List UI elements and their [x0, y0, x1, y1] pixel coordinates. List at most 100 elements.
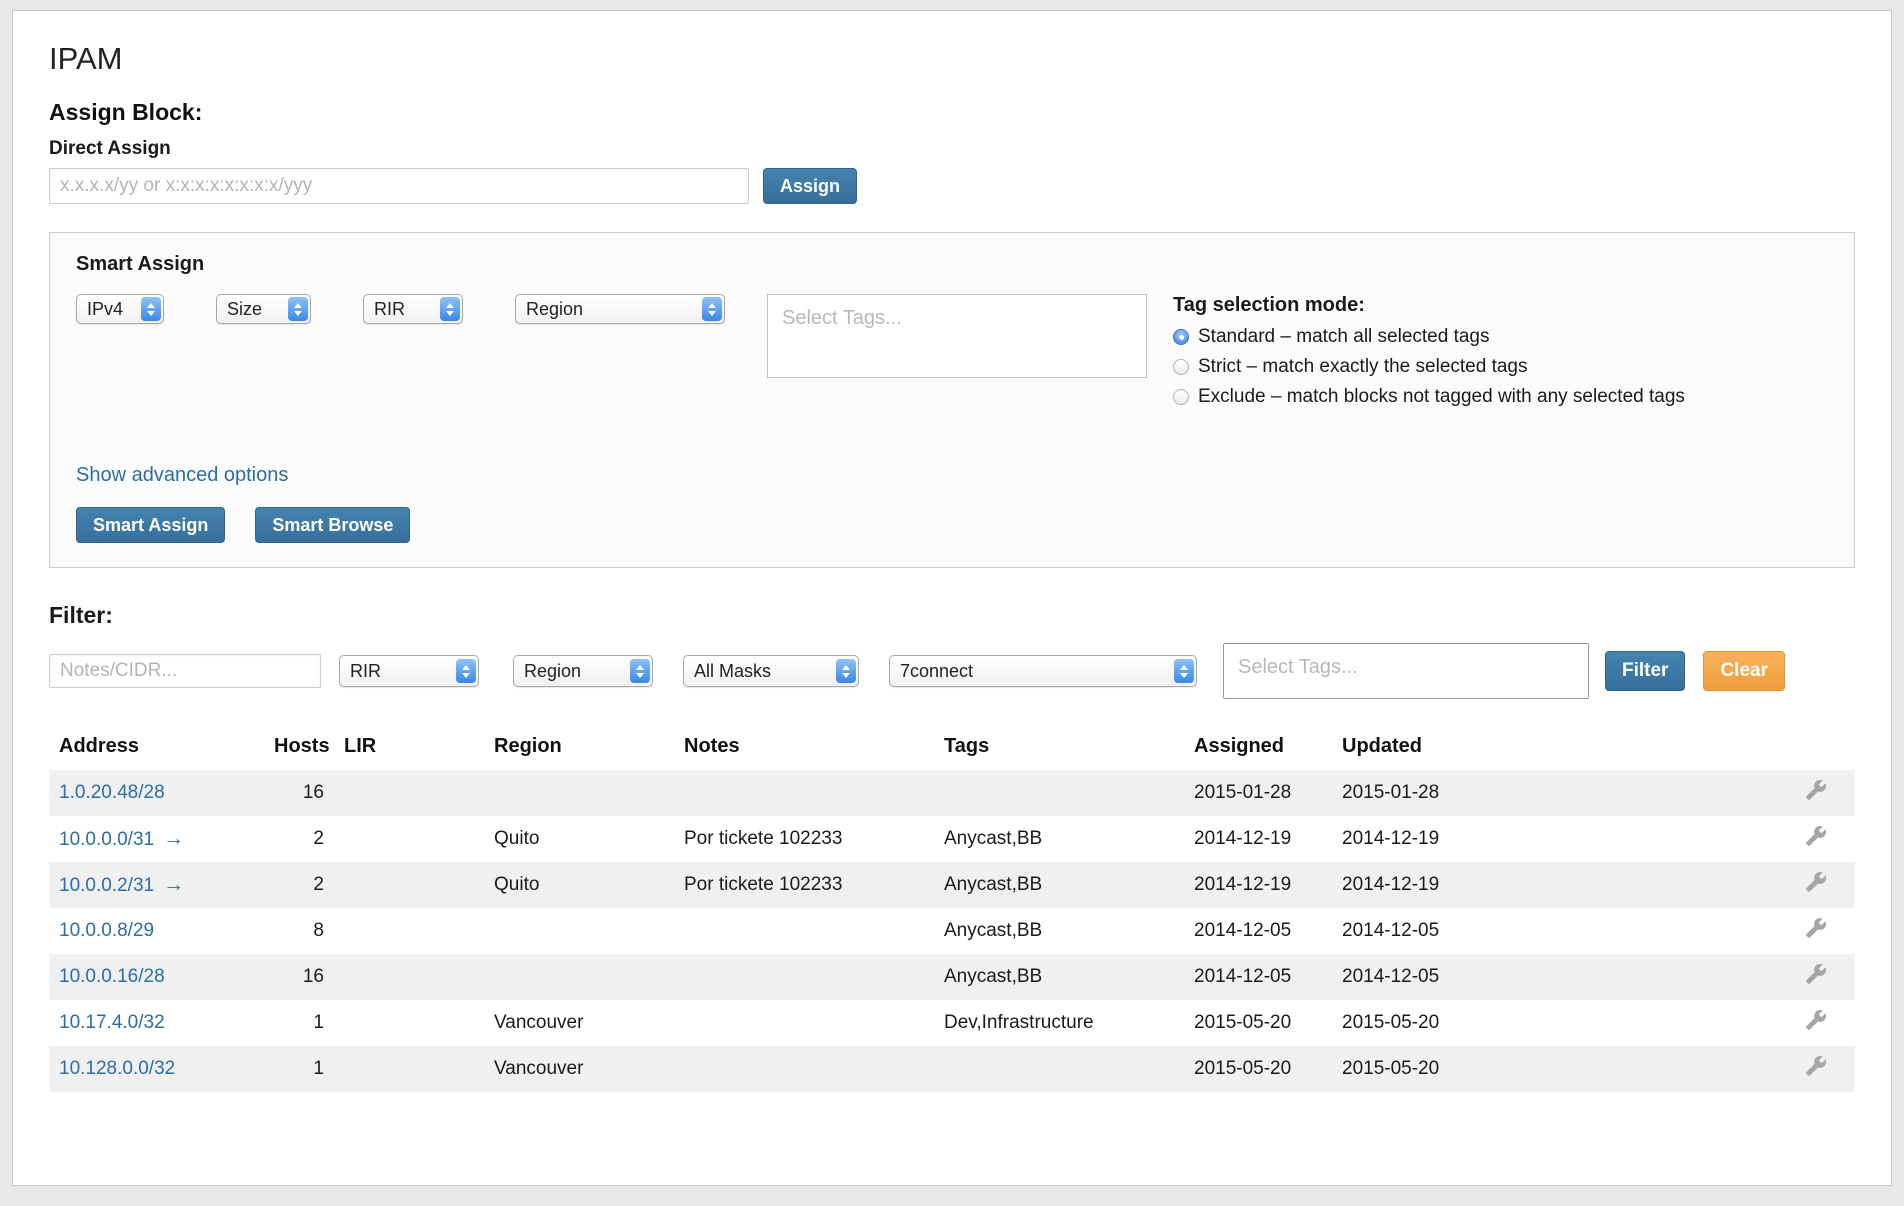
notes-cell [674, 954, 934, 1000]
tags-cell: Anycast,BB [934, 954, 1184, 1000]
address-link[interactable]: 1.0.20.48/28 [59, 782, 165, 803]
filter-lir-select[interactable]: 7connect [889, 655, 1197, 687]
clear-button[interactable]: Clear [1703, 651, 1785, 691]
smart-assign-controls: IPv4 Size RIR Region Select Tags... Tag … [76, 294, 1828, 414]
lir-cell [334, 816, 484, 862]
notes-cell [674, 1000, 934, 1046]
direct-assign-input[interactable] [49, 168, 749, 204]
tag-mode-option-label: Exclude – match blocks not tagged with a… [1198, 386, 1685, 407]
table-row: 10.128.0.0/32 1 Vancouver 2015-05-20 201… [49, 1046, 1855, 1092]
hosts-cell: 2 [264, 862, 334, 908]
smart-assign-button[interactable]: Smart Assign [76, 507, 225, 543]
col-header-assigned: Assigned [1184, 727, 1332, 770]
table-row: 10.17.4.0/32 1 Vancouver Dev,Infrastruct… [49, 1000, 1855, 1046]
edit-wrench-icon[interactable] [1805, 825, 1827, 847]
assigned-cell: 2015-05-20 [1184, 1046, 1332, 1092]
edit-wrench-icon[interactable] [1805, 917, 1827, 939]
radio-icon [1173, 329, 1189, 345]
select-arrows-icon [702, 297, 722, 321]
table-header-row: Address Hosts LIR Region Notes Tags Assi… [49, 727, 1855, 770]
notes-cell: Por tickete 102233 [674, 862, 934, 908]
subassignment-arrow-icon: → [163, 827, 184, 850]
address-link[interactable]: 10.128.0.0/32 [59, 1058, 175, 1079]
filter-tags-input[interactable]: Select Tags... [1223, 643, 1589, 699]
edit-wrench-icon[interactable] [1805, 779, 1827, 801]
tag-mode-options: Standard – match all selected tags Strict… [1173, 324, 1713, 409]
assigned-cell: 2014-12-19 [1184, 862, 1332, 908]
hosts-cell: 8 [264, 908, 334, 954]
size-select[interactable]: Size [216, 294, 311, 324]
filter-rir-select[interactable]: RIR [339, 655, 479, 687]
hosts-cell: 16 [264, 770, 334, 816]
show-advanced-options-link[interactable]: Show advanced options [76, 464, 288, 487]
smart-assign-heading: Smart Assign [76, 253, 1828, 276]
select-arrows-icon [456, 659, 476, 683]
tags-cell: Anycast,BB [934, 908, 1184, 954]
address-link[interactable]: 10.0.0.16/28 [59, 966, 165, 987]
filter-row: RIR Region All Masks 7connect Select Tag… [49, 643, 1855, 699]
address-link[interactable]: 10.0.0.0/31 [59, 829, 154, 850]
filter-button[interactable]: Filter [1605, 651, 1685, 691]
ipam-table-body: 1.0.20.48/28 16 2015-01-28 2015-01-28 10… [49, 770, 1855, 1092]
region-select[interactable]: Region [515, 294, 725, 324]
assigned-cell: 2015-01-28 [1184, 770, 1332, 816]
address-link[interactable]: 10.0.0.2/31 [59, 875, 154, 896]
notes-cidr-input[interactable] [49, 654, 321, 688]
smart-browse-button[interactable]: Smart Browse [255, 507, 410, 543]
col-header-actions [1482, 727, 1855, 770]
rir-select[interactable]: RIR [363, 294, 463, 324]
region-cell: Vancouver [484, 1046, 674, 1092]
tags-cell [934, 770, 1184, 816]
col-header-lir: LIR [334, 727, 484, 770]
notes-cell [674, 1046, 934, 1092]
tag-selection-mode: Tag selection mode: Standard – match all… [1173, 294, 1713, 414]
assigned-cell: 2014-12-05 [1184, 908, 1332, 954]
tag-mode-option[interactable]: Standard – match all selected tags [1173, 324, 1713, 349]
updated-cell: 2015-01-28 [1332, 770, 1482, 816]
edit-wrench-icon[interactable] [1805, 871, 1827, 893]
filter-region-select[interactable]: Region [513, 655, 653, 687]
select-arrows-icon [288, 297, 308, 321]
assigned-cell: 2014-12-05 [1184, 954, 1332, 1000]
tag-mode-heading: Tag selection mode: [1173, 294, 1713, 317]
edit-wrench-icon[interactable] [1805, 963, 1827, 985]
col-header-region: Region [484, 727, 674, 770]
tag-mode-option[interactable]: Exclude – match blocks not tagged with a… [1173, 384, 1713, 409]
region-cell [484, 770, 674, 816]
hosts-cell: 16 [264, 954, 334, 1000]
assigned-cell: 2015-05-20 [1184, 1000, 1332, 1046]
family-select-value: IPv4 [87, 299, 123, 320]
filter-tags-placeholder: Select Tags... [1238, 656, 1358, 678]
address-link[interactable]: 10.17.4.0/32 [59, 1012, 165, 1033]
tags-cell: Dev,Infrastructure [934, 1000, 1184, 1046]
tag-mode-option[interactable]: Strict – match exactly the selected tags [1173, 354, 1713, 379]
lir-cell [334, 770, 484, 816]
address-link[interactable]: 10.0.0.8/29 [59, 920, 154, 941]
filter-masks-select[interactable]: All Masks [683, 655, 859, 687]
region-cell [484, 908, 674, 954]
select-arrows-icon [1174, 659, 1194, 683]
updated-cell: 2015-05-20 [1332, 1046, 1482, 1092]
lir-cell [334, 1046, 484, 1092]
lir-cell [334, 862, 484, 908]
edit-wrench-icon[interactable] [1805, 1009, 1827, 1031]
tag-mode-option-label: Strict – match exactly the selected tags [1198, 356, 1528, 377]
rir-select-value: RIR [374, 299, 405, 320]
notes-cell [674, 908, 934, 954]
col-header-hosts: Hosts [264, 727, 334, 770]
lir-cell [334, 908, 484, 954]
smart-tags-input[interactable]: Select Tags... [767, 294, 1147, 378]
region-cell: Vancouver [484, 1000, 674, 1046]
radio-icon [1173, 389, 1189, 405]
family-select[interactable]: IPv4 [76, 294, 164, 324]
filter-masks-select-value: All Masks [694, 661, 771, 682]
page-title: IPAM [49, 41, 1855, 77]
notes-cell: Por tickete 102233 [674, 816, 934, 862]
hosts-cell: 1 [264, 1000, 334, 1046]
updated-cell: 2014-12-05 [1332, 954, 1482, 1000]
edit-wrench-icon[interactable] [1805, 1055, 1827, 1077]
select-arrows-icon [440, 297, 460, 321]
filter-region-select-value: Region [524, 661, 581, 682]
assign-button[interactable]: Assign [763, 168, 857, 204]
region-cell: Quito [484, 816, 674, 862]
